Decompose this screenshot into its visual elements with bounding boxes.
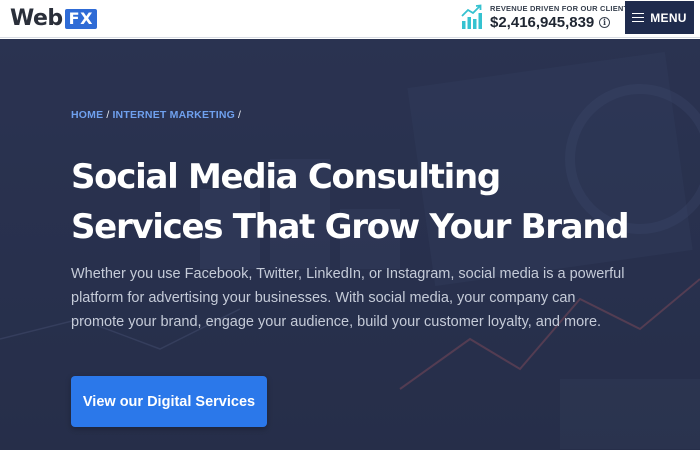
- logo-wordmark: Web: [10, 6, 63, 31]
- menu-label: MENU: [650, 10, 687, 25]
- revenue-label: REVENUE DRIVEN FOR OUR CLIENTS: [490, 4, 634, 13]
- breadcrumb-internet-marketing-link[interactable]: INTERNET MARKETING: [112, 109, 235, 121]
- breadcrumb-separator: /: [238, 109, 242, 121]
- site-header: Web FX REVENUE DRIVEN FOR OUR CLIENTS $2…: [0, 0, 700, 38]
- logo-badge: FX: [64, 9, 97, 29]
- page-title: Social Media Consulting Services That Gr…: [71, 152, 651, 252]
- breadcrumb-separator: /: [106, 109, 110, 121]
- menu-button[interactable]: MENU: [625, 1, 694, 34]
- page-title-line-2: Services That Grow Your Brand: [71, 207, 630, 247]
- hero-description: Whether you use Facebook, Twitter, Linke…: [71, 266, 625, 330]
- view-digital-services-button[interactable]: View our Digital Services: [71, 376, 267, 427]
- hero-section: HOME / INTERNET MARKETING / Social Media Co…: [0, 39, 700, 450]
- breadcrumb: HOME / INTERNET MARKETING /: [71, 109, 244, 121]
- revenue-amount: $2,416,945,839: [490, 14, 595, 31]
- revenue-counter: REVENUE DRIVEN FOR OUR CLIENTS $2,416,94…: [461, 3, 633, 33]
- growth-chart-icon: [461, 4, 482, 29]
- page-title-line-1: Social Media Consulting: [71, 157, 501, 197]
- breadcrumb-home-link[interactable]: HOME: [71, 109, 103, 121]
- hamburger-icon: [632, 12, 645, 23]
- info-icon[interactable]: i: [599, 17, 610, 28]
- webfx-logo[interactable]: Web FX: [10, 6, 97, 32]
